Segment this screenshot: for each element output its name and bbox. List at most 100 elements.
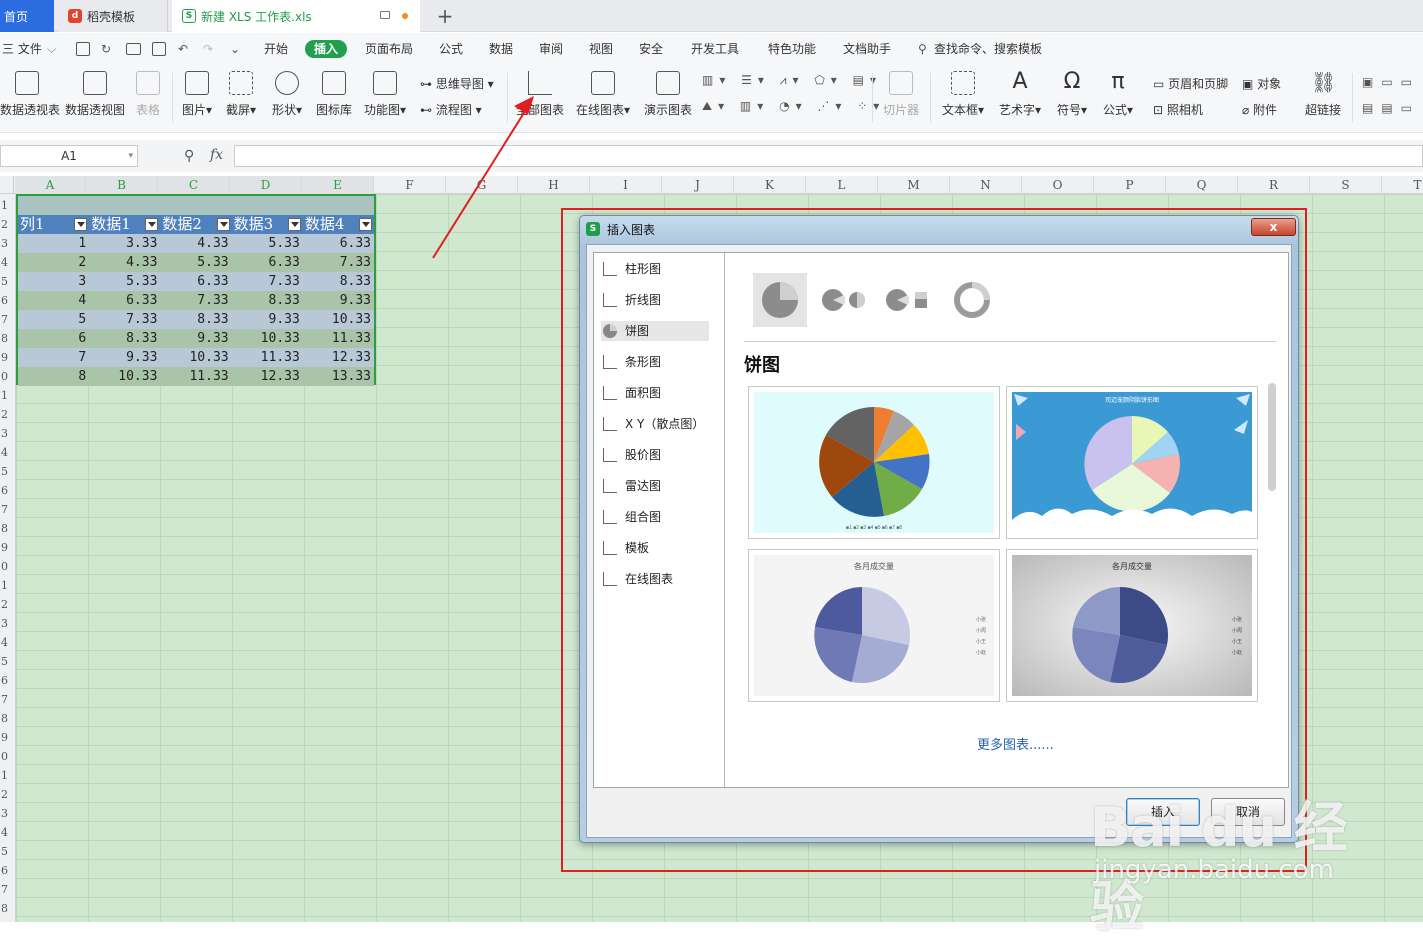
menu-insert[interactable]: 插入 [305, 40, 348, 58]
column-header[interactable]: F [374, 176, 446, 194]
filter-dropdown-icon[interactable] [216, 218, 230, 231]
column-header[interactable]: Q [1166, 176, 1238, 194]
table-button[interactable]: 表格 [134, 71, 162, 118]
row-header[interactable]: 1 [0, 196, 16, 215]
row-header[interactable]: 8 [0, 329, 16, 348]
chart-template-3[interactable]: 各月成交量 小张 小周 小王 小赵 [748, 549, 1000, 702]
menu-data[interactable]: 数据 [489, 40, 513, 58]
row-header[interactable]: 6 [0, 291, 16, 310]
object-button[interactable]: ▣ 对象 [1242, 75, 1281, 92]
table-cell[interactable]: 8.33 [303, 272, 374, 291]
row-header[interactable]: 7 [0, 690, 16, 709]
column-header[interactable]: L [806, 176, 878, 194]
new-tab-button[interactable]: + [432, 0, 458, 32]
fx-icon[interactable]: fx [210, 147, 223, 163]
close-button[interactable]: x [1251, 218, 1296, 236]
column-header[interactable]: N [950, 176, 1022, 194]
formula-input[interactable] [234, 145, 1423, 167]
table-header-cell[interactable]: 数据4 [303, 215, 374, 234]
table-cell[interactable]: 11.33 [303, 329, 374, 348]
table-cell[interactable]: 3.33 [89, 234, 160, 253]
row-header[interactable]: 1 [0, 576, 16, 595]
chevron-down-icon[interactable]: ⌵ [47, 40, 56, 58]
chart-category-item[interactable]: 条形图 [603, 352, 661, 372]
menu-doc-assistant[interactable]: 文档助手 [843, 40, 891, 58]
table-cell[interactable]: 7.33 [232, 272, 303, 291]
table-cell[interactable]: 10.33 [303, 310, 374, 329]
column-header[interactable]: G [446, 176, 518, 194]
chart-template-1[interactable]: ■1 ■2 ■3 ■4 ■5 ■6 ■7 ■8 [748, 386, 1000, 539]
table-cell[interactable]: 2 [18, 253, 89, 272]
row-header[interactable]: 9 [0, 348, 16, 367]
chart-category-item[interactable]: 在线图表 [603, 569, 673, 589]
pivot-table-button[interactable]: 数据透视表 [0, 71, 60, 118]
table-cell[interactable]: 8.33 [89, 329, 160, 348]
row-header[interactable]: 6 [0, 861, 16, 880]
row-header[interactable]: 2 [0, 785, 16, 804]
table-cell[interactable]: 4.33 [89, 253, 160, 272]
row-header[interactable]: 1 [0, 386, 16, 405]
screenshot-button[interactable]: 截屏▾ [224, 71, 258, 118]
zoom-icon[interactable]: ⚲ [184, 148, 194, 164]
row-header[interactable]: 7 [0, 880, 16, 899]
table-cell[interactable]: 5 [18, 310, 89, 329]
row-header[interactable]: 3 [0, 804, 16, 823]
row-header[interactable]: 7 [0, 310, 16, 329]
redo-icon[interactable]: ↷ [203, 40, 213, 58]
chart-category-item[interactable]: X Y（散点图） [603, 414, 704, 434]
menu-developer[interactable]: 开发工具 [691, 40, 739, 58]
menu-formula[interactable]: 公式 [439, 40, 463, 58]
select-all-corner[interactable] [0, 176, 14, 194]
tab-daoke-templates[interactable]: d 稻壳模板 [58, 0, 168, 32]
table-cell[interactable]: 1 [18, 234, 89, 253]
table-cell[interactable]: 4 [18, 291, 89, 310]
row-header[interactable]: 6 [0, 481, 16, 500]
menu-file[interactable]: 三 文件 [2, 40, 42, 58]
row-header[interactable]: 0 [0, 557, 16, 576]
table-cell[interactable]: 5.33 [160, 253, 231, 272]
row-header[interactable]: 3 [0, 424, 16, 443]
table-cell[interactable]: 6.33 [89, 291, 160, 310]
table-cell[interactable]: 6.33 [232, 253, 303, 272]
column-header[interactable]: A [15, 176, 86, 194]
filter-dropdown-icon[interactable] [287, 218, 301, 231]
table-cell[interactable]: 7.33 [160, 291, 231, 310]
column-header[interactable]: C [158, 176, 230, 194]
undo-icon[interactable]: ↶ [178, 40, 188, 58]
column-header[interactable]: K [734, 176, 806, 194]
table-cell[interactable]: 6.33 [160, 272, 231, 291]
more-insert-icons-bottom[interactable]: ▤▤▭ [1362, 101, 1420, 115]
table-cell[interactable]: 8.33 [232, 291, 303, 310]
all-charts-button[interactable]: 全部图表 [516, 71, 564, 118]
table-cell[interactable]: 7.33 [89, 310, 160, 329]
table-cell[interactable]: 6 [18, 329, 89, 348]
data-table[interactable]: 列1 数据1 数据2 数据3 数据4 1 3.33 4.33 5.33 6.33 2 4.33 5.33… [16, 194, 376, 386]
column-header[interactable]: T [1382, 176, 1423, 194]
online-charts-button[interactable]: 在线图表▾ [574, 71, 632, 118]
column-header[interactable]: J [662, 176, 734, 194]
table-cell[interactable]: 3 [18, 272, 89, 291]
menu-view[interactable]: 视图 [589, 40, 613, 58]
row-header[interactable]: 5 [0, 652, 16, 671]
table-cell[interactable]: 9.33 [232, 310, 303, 329]
column-header[interactable]: E [302, 176, 374, 194]
table-cell[interactable]: 10.33 [89, 367, 160, 386]
chart-category-item[interactable]: 股价图 [603, 445, 661, 465]
shapes-button[interactable]: 形状▾ [270, 71, 304, 118]
menu-security[interactable]: 安全 [639, 40, 663, 58]
table-header-cell[interactable]: 数据1 [89, 215, 160, 234]
formula-button[interactable]: π 公式▾ [1101, 71, 1135, 118]
column-header[interactable]: D [230, 176, 302, 194]
row-header[interactable]: 4 [0, 633, 16, 652]
row-header[interactable]: 2 [0, 405, 16, 424]
slicer-button[interactable]: 切片器 [882, 71, 920, 118]
row-header[interactable]: 0 [0, 747, 16, 766]
table-cell[interactable]: 8 [18, 367, 89, 386]
demo-charts-button[interactable]: 演示图表 [643, 71, 693, 118]
row-header[interactable]: 5 [0, 842, 16, 861]
table-cell[interactable]: 11.33 [160, 367, 231, 386]
row-header[interactable]: 7 [0, 500, 16, 519]
menu-review[interactable]: 审阅 [539, 40, 563, 58]
row-header[interactable]: 5 [0, 462, 16, 481]
pie-subtype-basic[interactable] [753, 273, 807, 327]
